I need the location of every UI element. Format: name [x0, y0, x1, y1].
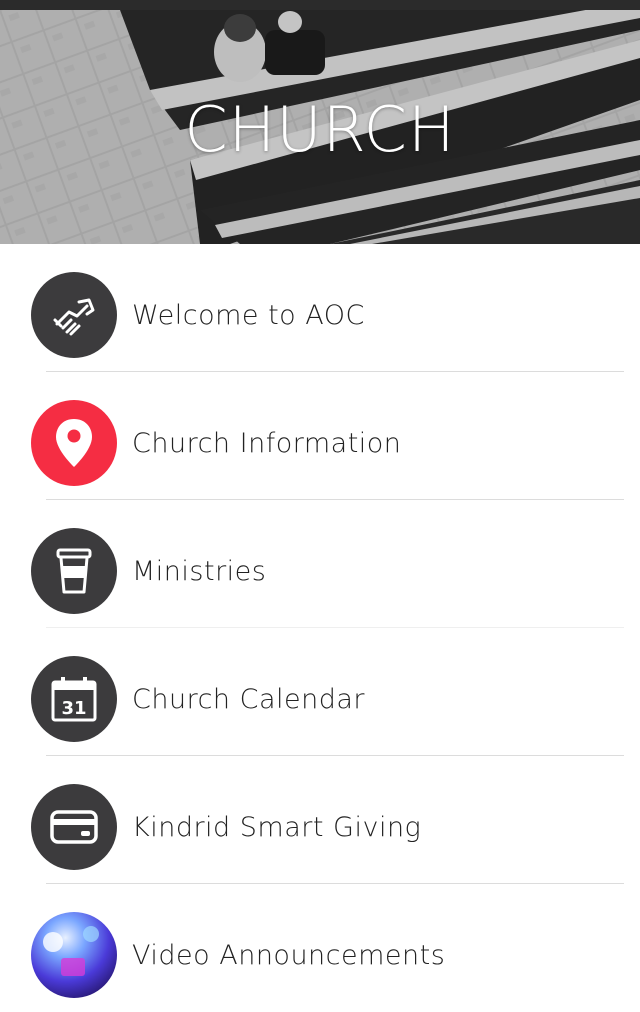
menu-item-label: Church Calendar: [132, 684, 366, 715]
menu-item-label: Ministries: [132, 556, 267, 587]
menu-item-video-announcements[interactable]: Video Announcements: [0, 884, 640, 1012]
menu-item-kindrid-smart-giving[interactable]: Kindrid Smart Giving: [0, 756, 640, 884]
menu-item-welcome[interactable]: Welcome to AOC: [0, 244, 640, 372]
menu-list: Welcome to AOC Church Information Minist…: [0, 244, 640, 1012]
video-thumbnail: [31, 912, 117, 998]
menu-item-label: Church Information: [132, 428, 402, 459]
credit-card-icon: [31, 784, 117, 870]
header-banner: CHURCH: [0, 10, 640, 244]
handshake-icon: [31, 272, 117, 358]
menu-item-church-information[interactable]: Church Information: [0, 372, 640, 500]
calendar-icon: 31: [31, 656, 117, 742]
calendar-day: 31: [61, 698, 86, 719]
cup-icon: [31, 528, 117, 614]
menu-item-church-calendar[interactable]: 31 Church Calendar: [0, 628, 640, 756]
menu-item-label: Video Announcements: [132, 940, 446, 971]
menu-item-ministries[interactable]: Ministries: [0, 500, 640, 628]
map-pin-icon: [31, 400, 117, 486]
status-bar: [0, 0, 640, 10]
page-title: CHURCH: [184, 93, 456, 166]
menu-item-label: Welcome to AOC: [132, 300, 365, 331]
menu-item-label: Kindrid Smart Giving: [132, 812, 422, 843]
